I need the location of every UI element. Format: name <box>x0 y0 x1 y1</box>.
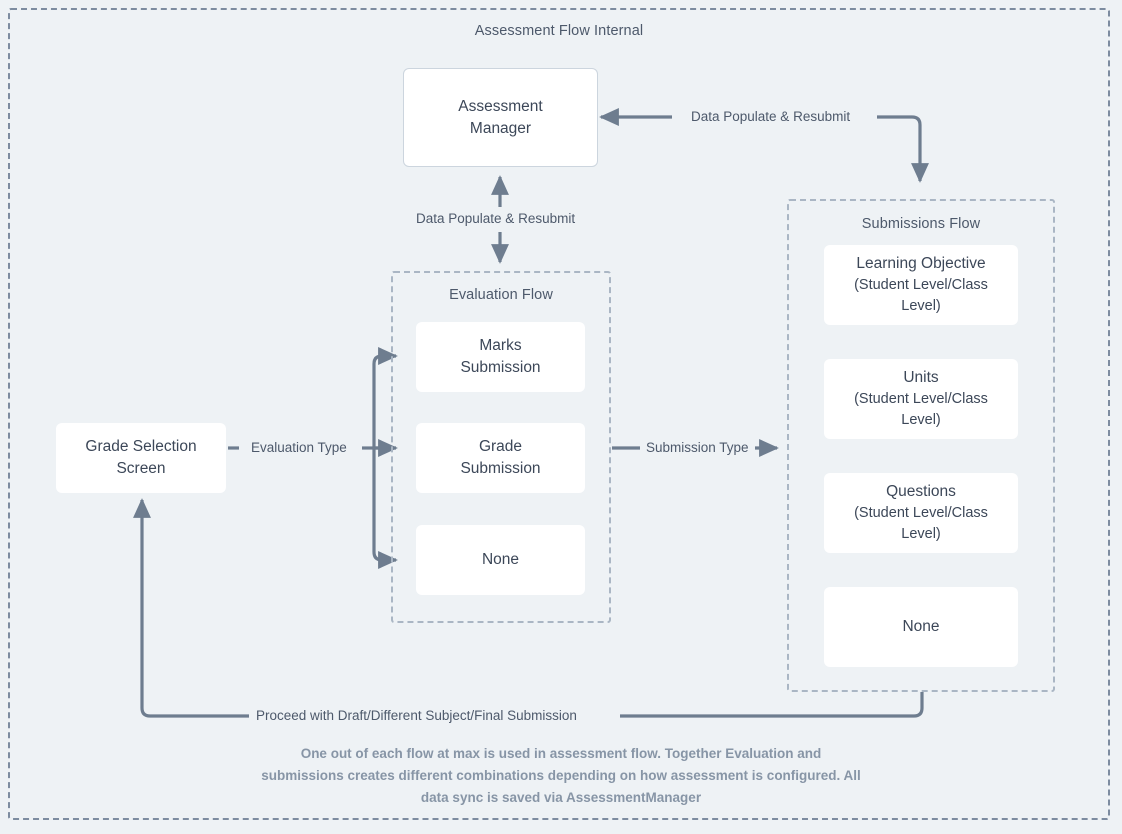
node-questions[interactable]: Questions (Student Level/Class Level) <box>824 473 1018 553</box>
node-submissions-none-line1: None <box>902 618 940 635</box>
node-grade-selection-line2: Screen <box>116 460 166 477</box>
node-learning-objective[interactable]: Learning Objective (Student Level/Class … <box>824 245 1018 325</box>
diagram-caption: One out of each flow at max is used in a… <box>261 746 861 805</box>
node-units-line2: (Student Level/Class <box>854 391 988 408</box>
group-evaluation-flow-title: Evaluation Flow <box>449 287 553 303</box>
node-units-line1: Units <box>903 369 939 387</box>
diagram-canvas: Assessment Flow Internal Assessment Mana… <box>0 0 1122 834</box>
node-units[interactable]: Units (Student Level/Class Level) <box>824 359 1018 439</box>
edge-label-proceed: Proceed with Draft/Different Subject/Fin… <box>253 708 580 725</box>
node-evaluation-none[interactable]: None <box>416 525 585 595</box>
edge-label-evaluation-type: Evaluation Type <box>248 440 350 457</box>
node-marks-submission[interactable]: Marks Submission <box>416 322 585 392</box>
node-questions-line2: (Student Level/Class <box>854 505 988 522</box>
edge-label-manager-to-submissions: Data Populate & Resubmit <box>688 109 854 126</box>
group-submissions-flow-title: Submissions Flow <box>861 216 981 232</box>
edge-label-manager-to-evaluation: Data Populate & Resubmit <box>413 211 579 228</box>
edge-label-submission-type: Submission Type <box>643 440 752 457</box>
node-learning-objective-line3: Level) <box>901 298 941 314</box>
node-assessment-manager-line1: Assessment <box>458 97 543 115</box>
node-grade-submission-line1: Grade <box>478 438 523 455</box>
node-marks-submission-line1: Marks <box>479 337 522 354</box>
node-assessment-manager[interactable]: Assessment Manager <box>403 68 598 167</box>
node-units-line3: Level) <box>901 412 941 428</box>
node-grade-selection-line1: Grade Selection <box>85 438 197 455</box>
node-evaluation-none-line1: None <box>481 551 520 568</box>
node-grade-submission[interactable]: Grade Submission <box>416 423 585 493</box>
node-learning-objective-line2: (Student Level/Class <box>854 277 988 294</box>
diagram-title: Assessment Flow Internal <box>474 23 644 39</box>
node-learning-objective-line1: Learning Objective <box>856 255 986 273</box>
node-questions-line1: Questions <box>886 483 956 501</box>
node-submissions-none[interactable]: None <box>824 587 1018 667</box>
node-assessment-manager-line2: Manager <box>469 119 532 137</box>
node-marks-submission-line2: Submission <box>460 359 541 376</box>
node-grade-selection-screen[interactable]: Grade Selection Screen <box>56 423 226 493</box>
node-grade-submission-line2: Submission <box>460 460 541 477</box>
node-questions-line3: Level) <box>901 526 941 542</box>
